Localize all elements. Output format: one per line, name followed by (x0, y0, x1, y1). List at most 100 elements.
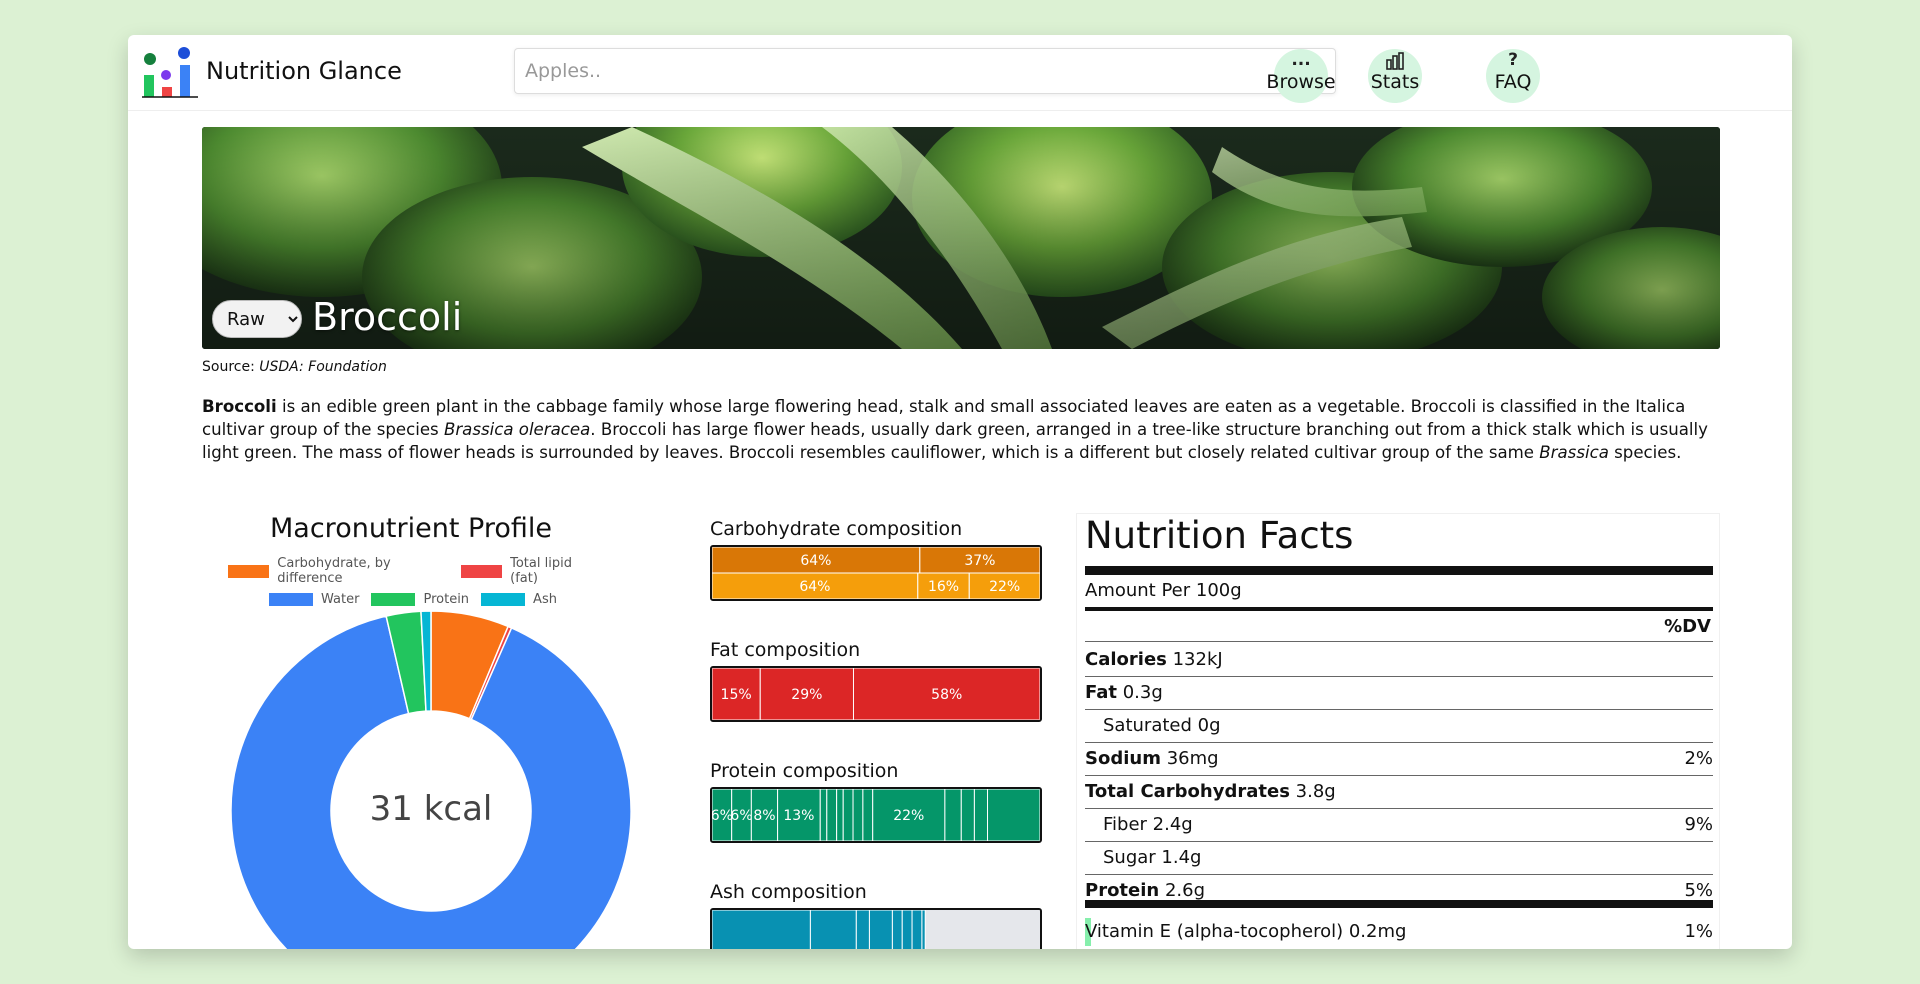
legend-item-fat[interactable]: Total lipid (fat) (460, 556, 598, 586)
composition-segment[interactable] (891, 910, 903, 949)
nav-browse-label: Browse (1266, 71, 1336, 93)
source-line: Source: USDA: Foundation (202, 359, 387, 375)
legend-item-water[interactable]: Water (269, 592, 359, 607)
more-dots-icon: ... (1291, 50, 1311, 70)
variant-select[interactable]: Raw (212, 300, 302, 338)
nutrition-row: Vitamin E (alpha-tocopherol) 0.2mg 1% (1085, 916, 1713, 949)
nutrition-facts-title: Nutrition Facts (1085, 514, 1354, 557)
composition-bar[interactable]: 64% 37% 64% 16% 22% (710, 545, 1042, 601)
legend-item-protein[interactable]: Protein (371, 592, 469, 607)
nutrition-row: Calories 132kJ (1085, 644, 1713, 677)
nutrient-name: Total Carbohydrates 3.8g (1085, 781, 1336, 802)
nutrient-name: Vitamin E (alpha-tocopherol) 0.2mg (1085, 921, 1407, 942)
nav-stats-label: Stats (1370, 71, 1420, 93)
legend-swatch (460, 564, 503, 578)
search-input[interactable] (514, 48, 1336, 94)
composition-segment[interactable] (842, 789, 854, 841)
composition-segment-label: 64% (799, 579, 830, 595)
food-title: Broccoli (312, 295, 463, 339)
nutrient-name: Fiber 2.4g (1103, 814, 1193, 835)
food-description: Broccoli is an edible green plant in the… (202, 395, 1720, 464)
app-name[interactable]: Nutrition Glance (206, 57, 402, 85)
composition-bar[interactable] (710, 908, 1042, 949)
composition-segment-label: 22% (893, 808, 924, 824)
nutrient-dv: 9% (1684, 814, 1713, 835)
composition-segment-label: 6% (730, 808, 752, 824)
composition-segment[interactable] (855, 910, 870, 949)
amount-per: Amount Per 100g (1085, 580, 1242, 601)
composition-bar[interactable]: 6% 6% 8% 13% 22% (710, 787, 1042, 843)
composition-segment[interactable] (809, 910, 857, 949)
nutrient-name: Protein 2.6g (1085, 880, 1206, 901)
desc-text-3: species. (1608, 443, 1682, 462)
legend-swatch (228, 564, 270, 578)
composition-segment[interactable] (921, 910, 926, 949)
nutrient-dv: 1% (1684, 921, 1713, 942)
bar-chart-icon (1350, 49, 1440, 71)
composition-title: Protein composition (710, 760, 899, 782)
nutrition-row: Sugar 1.4g (1085, 842, 1713, 875)
composition-segment[interactable] (819, 789, 828, 841)
composition-segment[interactable] (987, 789, 1040, 841)
nutrition-facts-panel: Nutrition Facts Amount Per 100g %DV Calo… (1076, 513, 1720, 949)
source-label: Source: (202, 359, 255, 375)
nav-stats[interactable]: Stats (1350, 49, 1440, 105)
composition-title: Ash composition (710, 881, 867, 903)
nutrition-row: Sodium 36mg 2% (1085, 743, 1713, 776)
question-icon: ? (1508, 50, 1518, 70)
composition-segment[interactable] (911, 910, 923, 949)
composition-segment[interactable] (901, 910, 913, 949)
nav-browse[interactable]: ... Browse (1256, 49, 1346, 105)
composition-segment-label: 16% (928, 579, 959, 595)
composition-segment-label: 8% (753, 808, 775, 824)
divider-thin (1085, 641, 1713, 642)
composition-segment[interactable] (836, 789, 844, 841)
calorie-center-label: 31 kcal (369, 789, 493, 829)
nutrition-row: Total Carbohydrates 3.8g (1085, 776, 1713, 809)
desc-species: Brassica oleracea (443, 420, 591, 439)
nutrient-name: Calories 132kJ (1085, 649, 1223, 670)
macro-legend: Carbohydrate, by difference Total lipid … (228, 556, 598, 613)
macro-chart-title: Macronutrient Profile (270, 513, 552, 544)
composition-segment-label: 64% (800, 553, 831, 569)
composition-segment[interactable] (944, 789, 962, 841)
nutrient-name: Fat 0.3g (1085, 682, 1163, 703)
composition-segment-label: 29% (791, 687, 822, 703)
nav-faq-label: FAQ (1494, 71, 1532, 93)
nutrient-name: Saturated 0g (1103, 715, 1221, 736)
legend-item-ash[interactable]: Ash (481, 592, 557, 607)
composition-segment-label: 58% (931, 687, 962, 703)
legend-item-carbohydrate[interactable]: Carbohydrate, by difference (228, 556, 449, 586)
nutrient-dv: 5% (1684, 880, 1713, 901)
composition-segment[interactable] (868, 910, 893, 949)
dv-header: %DV (1664, 616, 1711, 637)
legend-swatch (481, 593, 526, 606)
composition-segment-label: 37% (964, 553, 995, 569)
divider-medium (1085, 607, 1713, 611)
nav-faq[interactable]: ? FAQ (1468, 49, 1558, 105)
composition-segment[interactable] (852, 789, 864, 841)
top-bar: Nutrition Glance ... Browse Stats ? FAQ (128, 35, 1792, 111)
nutrition-row: Fiber 2.4g 9% (1085, 809, 1713, 842)
desc-genus: Brassica (1539, 443, 1609, 462)
composition-bar[interactable]: 15% 29% 58% (710, 666, 1042, 722)
composition-segment[interactable] (862, 789, 874, 841)
logo-icon[interactable] (142, 45, 198, 99)
composition-segment-label: 15% (721, 687, 752, 703)
composition-segment[interactable] (826, 789, 838, 841)
composition-segment[interactable] (973, 789, 989, 841)
composition-segment-label: 22% (989, 579, 1020, 595)
desc-bold-name: Broccoli (202, 397, 277, 416)
legend-swatch (269, 593, 314, 606)
app-window: Nutrition Glance ... Browse Stats ? FAQ (128, 35, 1792, 949)
nutrient-name: Sodium 36mg (1085, 748, 1219, 769)
composition-segment[interactable] (712, 910, 811, 949)
composition-segment[interactable] (960, 789, 975, 841)
nutrition-row: Protein 2.6g 5% (1085, 875, 1713, 908)
divider-thick (1085, 566, 1713, 575)
nutrient-dv: 2% (1684, 748, 1713, 769)
macro-donut-chart[interactable] (231, 611, 631, 949)
nutrition-row: Saturated 0g (1085, 710, 1713, 743)
nutrient-name: Sugar 1.4g (1103, 847, 1202, 868)
hero-banner: Raw Broccoli (202, 127, 1720, 349)
